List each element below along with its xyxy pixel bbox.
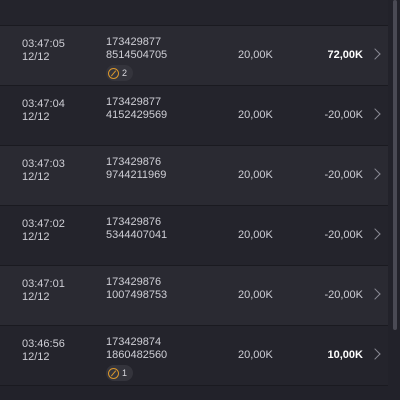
row-ids: 173429874 1860482560 1	[106, 336, 167, 381]
row-ids: 173429877 8514504705 2	[106, 36, 167, 81]
round-id: 173429877	[106, 36, 162, 48]
feature-badge: 2	[106, 65, 134, 81]
row-timestamp: 03:47:01 12/12	[22, 278, 65, 304]
bet-amount: 20,00K	[238, 289, 273, 301]
round-id: 173429876	[106, 156, 162, 168]
row-ids: 173429877 4152429569	[106, 96, 167, 125]
bet-amount: 20,00K	[238, 169, 273, 181]
bet-history-list: 12/120+903:47:0512/121734298778514504705…	[0, 0, 388, 386]
win-amount: -20,00K	[324, 289, 363, 301]
round-id: 173429876	[106, 216, 162, 228]
row-date: 12/12	[22, 351, 50, 363]
ticket-id: 1860482560	[106, 349, 168, 361]
row-ids: 173429876 9744211969	[106, 156, 166, 185]
round-id: 173429877	[106, 96, 162, 108]
row-timestamp: 03:47:03 12/12	[22, 158, 65, 184]
row-date: 12/12	[22, 291, 50, 303]
win-amount: 10,00K	[327, 349, 363, 361]
ticket-id: 4152429569	[106, 109, 168, 121]
history-row[interactable]: 03:47:05 12/12 173429877 8514504705 2 20,00K 7…	[0, 26, 388, 86]
round-id: 173429876	[106, 276, 162, 288]
chevron-right-icon[interactable]	[369, 108, 381, 120]
ticket-id: 8514504705	[106, 49, 168, 61]
history-row[interactable]: 03:47:04 12/12 173429877 4152429569 20,00K -2…	[0, 86, 388, 146]
row-timestamp: 03:46:56 12/12	[22, 338, 65, 364]
row-date: 12/12	[22, 171, 50, 183]
row-date: 12/12	[22, 51, 50, 63]
row-timestamp: 03:47:04 12/12	[22, 98, 65, 124]
needle-icon	[108, 67, 119, 79]
history-row[interactable]: 03:46:56 12/12 173429874 1860482560 1 20,00K 1…	[0, 326, 388, 386]
chevron-right-icon[interactable]	[369, 288, 381, 300]
badge-count: 2	[122, 67, 128, 78]
round-id: 173429874	[106, 336, 162, 348]
bet-amount: 20,00K	[238, 109, 273, 121]
row-time: 03:46:56	[22, 338, 65, 350]
win-amount: 72,00K	[327, 49, 363, 61]
row-ids: 173429876 5344407041	[106, 216, 167, 245]
row-time: 03:47:01	[22, 278, 65, 290]
row-time: 03:47:05	[22, 38, 65, 50]
row-time: 03:47:03	[22, 158, 65, 170]
row-date: 12/12	[22, 111, 50, 123]
win-amount: -20,00K	[324, 169, 363, 181]
badge-count: 1	[122, 367, 128, 378]
feature-badge: 1	[106, 365, 134, 381]
row-badges: 1	[106, 365, 167, 381]
row-date: 12/12	[22, 231, 50, 243]
ticket-id: 9744211969	[106, 169, 167, 181]
needle-icon	[108, 367, 119, 379]
ticket-id: 5344407041	[106, 229, 168, 241]
row-timestamp: 03:47:02 12/12	[22, 218, 65, 244]
row-ids: 173429876 1007498753	[106, 276, 167, 305]
ticket-id: 1007498753	[106, 289, 168, 301]
win-amount: -20,00K	[324, 229, 363, 241]
history-row[interactable]: 03:47:01 12/12 173429876 1007498753 20,00K -2…	[0, 266, 388, 326]
bet-amount: 20,00K	[238, 49, 273, 61]
history-row[interactable]: 03:47:02 12/12 173429876 5344407041 20,00K -2…	[0, 206, 388, 266]
row-time: 03:47:02	[22, 218, 65, 230]
chevron-right-icon[interactable]	[369, 168, 381, 180]
row-badges: 2	[106, 65, 167, 81]
history-row[interactable]: 03:47:03 12/12 173429876 9744211969 20,00K -2…	[0, 146, 388, 206]
row-timestamp: 03:47:05 12/12	[22, 38, 65, 64]
bet-amount: 20,00K	[238, 229, 273, 241]
win-amount: -20,00K	[324, 109, 363, 121]
scrollbar[interactable]	[393, 0, 397, 330]
chevron-right-icon[interactable]	[369, 228, 381, 240]
chevron-right-icon[interactable]	[369, 48, 381, 60]
row-time: 03:47:04	[22, 98, 65, 110]
bet-amount: 20,00K	[238, 349, 273, 361]
chevron-right-icon[interactable]	[369, 348, 381, 360]
history-row[interactable]: 12/120+9	[0, 0, 388, 26]
